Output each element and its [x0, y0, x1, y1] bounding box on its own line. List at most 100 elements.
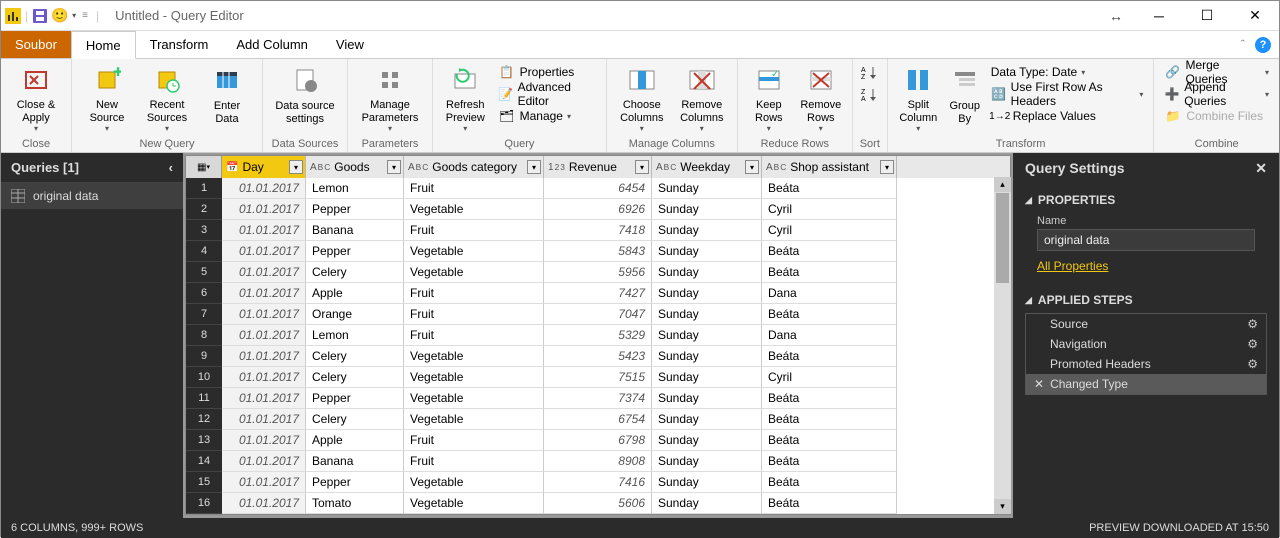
close-settings-icon[interactable]: ✕: [1255, 160, 1267, 177]
cell-day[interactable]: 01.01.2017: [222, 430, 306, 451]
refresh-preview-button[interactable]: Refresh Preview▾: [439, 61, 492, 135]
cell-weekday[interactable]: Sunday: [652, 283, 762, 304]
cell-goods[interactable]: Lemon: [306, 178, 404, 199]
cell-category[interactable]: Fruit: [404, 304, 544, 325]
help-icon[interactable]: ?: [1255, 37, 1271, 53]
cell-category[interactable]: Vegetable: [404, 346, 544, 367]
cell-category[interactable]: Fruit: [404, 283, 544, 304]
sort-asc-button[interactable]: AZ: [859, 61, 881, 83]
cell-day[interactable]: 01.01.2017: [222, 367, 306, 388]
column-header-assistant[interactable]: ABCShop assistant▾: [762, 156, 897, 178]
filter-dropdown-icon[interactable]: ▾: [635, 160, 649, 174]
cell-revenue[interactable]: 5423: [544, 346, 652, 367]
cell-category[interactable]: Vegetable: [404, 472, 544, 493]
cell-category[interactable]: Fruit: [404, 430, 544, 451]
smile-icon[interactable]: 🙂: [52, 8, 68, 24]
cell-revenue[interactable]: 7416: [544, 472, 652, 493]
cell-day[interactable]: 01.01.2017: [222, 409, 306, 430]
smile-dropdown-icon[interactable]: ▾: [72, 11, 76, 20]
table-row[interactable]: 1201.01.2017CeleryVegetable6754SundayBeá…: [186, 409, 1010, 430]
cell-revenue[interactable]: 6454: [544, 178, 652, 199]
filter-dropdown-icon[interactable]: ▾: [527, 160, 541, 174]
properties-section-header[interactable]: ◢PROPERTIES: [1025, 189, 1267, 211]
group-by-button[interactable]: Group By: [945, 61, 985, 129]
cell-weekday[interactable]: Sunday: [652, 178, 762, 199]
cell-goods[interactable]: Pepper: [306, 388, 404, 409]
filter-dropdown-icon[interactable]: ▾: [387, 160, 401, 174]
cell-category[interactable]: Vegetable: [404, 409, 544, 430]
new-source-button[interactable]: ✚New Source▾: [78, 61, 136, 135]
cell-revenue[interactable]: 8908: [544, 451, 652, 472]
table-row[interactable]: 301.01.2017BananaFruit7418SundayCyril: [186, 220, 1010, 241]
table-row[interactable]: 1101.01.2017PepperVegetable7374SundayBeá…: [186, 388, 1010, 409]
cell-day[interactable]: 01.01.2017: [222, 220, 306, 241]
cell-assistant[interactable]: Beáta: [762, 241, 897, 262]
cell-assistant[interactable]: Beáta: [762, 430, 897, 451]
table-row[interactable]: 101.01.2017LemonFruit6454SundayBeáta: [186, 178, 1010, 199]
step-item[interactable]: Promoted Headers⚙: [1026, 354, 1266, 374]
cell-goods[interactable]: Tomato: [306, 493, 404, 514]
cell-goods[interactable]: Lemon: [306, 325, 404, 346]
cell-goods[interactable]: Pepper: [306, 472, 404, 493]
filter-dropdown-icon[interactable]: ▾: [745, 160, 759, 174]
all-properties-link[interactable]: All Properties: [1025, 251, 1108, 277]
applied-steps-header[interactable]: ◢APPLIED STEPS: [1025, 289, 1267, 311]
cell-day[interactable]: 01.01.2017: [222, 199, 306, 220]
tab-view[interactable]: View: [322, 31, 378, 58]
column-header-category[interactable]: ABCGoods category▾: [404, 156, 544, 178]
query-name-input[interactable]: [1037, 229, 1255, 251]
cell-goods[interactable]: Apple: [306, 283, 404, 304]
cell-weekday[interactable]: Sunday: [652, 304, 762, 325]
cell-revenue[interactable]: 7418: [544, 220, 652, 241]
cell-assistant[interactable]: Beáta: [762, 388, 897, 409]
cell-weekday[interactable]: Sunday: [652, 472, 762, 493]
manage-button[interactable]: 🗂Manage ▾: [494, 105, 600, 127]
cell-category[interactable]: Fruit: [404, 220, 544, 241]
cell-weekday[interactable]: Sunday: [652, 220, 762, 241]
close-button[interactable]: ✕: [1235, 2, 1275, 30]
tab-home[interactable]: Home: [71, 31, 136, 59]
cell-weekday[interactable]: Sunday: [652, 409, 762, 430]
cell-weekday[interactable]: Sunday: [652, 325, 762, 346]
scroll-thumb[interactable]: [996, 193, 1009, 283]
cell-assistant[interactable]: Beáta: [762, 346, 897, 367]
remove-rows-button[interactable]: Remove Rows▾: [796, 61, 846, 135]
collapse-queries-icon[interactable]: ‹: [169, 160, 173, 175]
table-row[interactable]: 801.01.2017LemonFruit5329SundayDana: [186, 325, 1010, 346]
scroll-up-icon[interactable]: ▴: [994, 177, 1011, 192]
cell-goods[interactable]: Celery: [306, 409, 404, 430]
cell-assistant[interactable]: Cyril: [762, 220, 897, 241]
cell-day[interactable]: 01.01.2017: [222, 325, 306, 346]
cell-category[interactable]: Vegetable: [404, 493, 544, 514]
cell-day[interactable]: 01.01.2017: [222, 346, 306, 367]
tab-transform[interactable]: Transform: [136, 31, 223, 58]
table-row[interactable]: 901.01.2017CeleryVegetable5423SundayBeát…: [186, 346, 1010, 367]
cell-assistant[interactable]: Dana: [762, 283, 897, 304]
column-header-weekday[interactable]: ABCWeekday▾: [652, 156, 762, 178]
cell-goods[interactable]: Apple: [306, 430, 404, 451]
cell-category[interactable]: Vegetable: [404, 199, 544, 220]
cell-revenue[interactable]: 5843: [544, 241, 652, 262]
cell-revenue[interactable]: 5956: [544, 262, 652, 283]
table-row[interactable]: 1501.01.2017PepperVegetable7416SundayBeá…: [186, 472, 1010, 493]
cell-goods[interactable]: Banana: [306, 451, 404, 472]
cell-weekday[interactable]: Sunday: [652, 430, 762, 451]
cell-goods[interactable]: Celery: [306, 367, 404, 388]
cell-assistant[interactable]: Beáta: [762, 409, 897, 430]
cell-assistant[interactable]: Beáta: [762, 451, 897, 472]
cell-weekday[interactable]: Sunday: [652, 388, 762, 409]
tab-file[interactable]: Soubor: [1, 31, 71, 58]
cell-revenue[interactable]: 5329: [544, 325, 652, 346]
step-item[interactable]: Navigation⚙: [1026, 334, 1266, 354]
split-column-button[interactable]: Split Column▾: [894, 61, 943, 135]
cell-day[interactable]: 01.01.2017: [222, 241, 306, 262]
cell-assistant[interactable]: Cyril: [762, 367, 897, 388]
cell-goods[interactable]: Celery: [306, 262, 404, 283]
save-icon[interactable]: [32, 8, 48, 24]
cell-day[interactable]: 01.01.2017: [222, 262, 306, 283]
cell-day[interactable]: 01.01.2017: [222, 451, 306, 472]
enter-data-button[interactable]: Enter Data: [198, 61, 256, 129]
append-queries-button[interactable]: ➕Append Queries ▾: [1160, 83, 1273, 105]
step-item[interactable]: Source⚙: [1026, 314, 1266, 334]
cell-goods[interactable]: Pepper: [306, 199, 404, 220]
